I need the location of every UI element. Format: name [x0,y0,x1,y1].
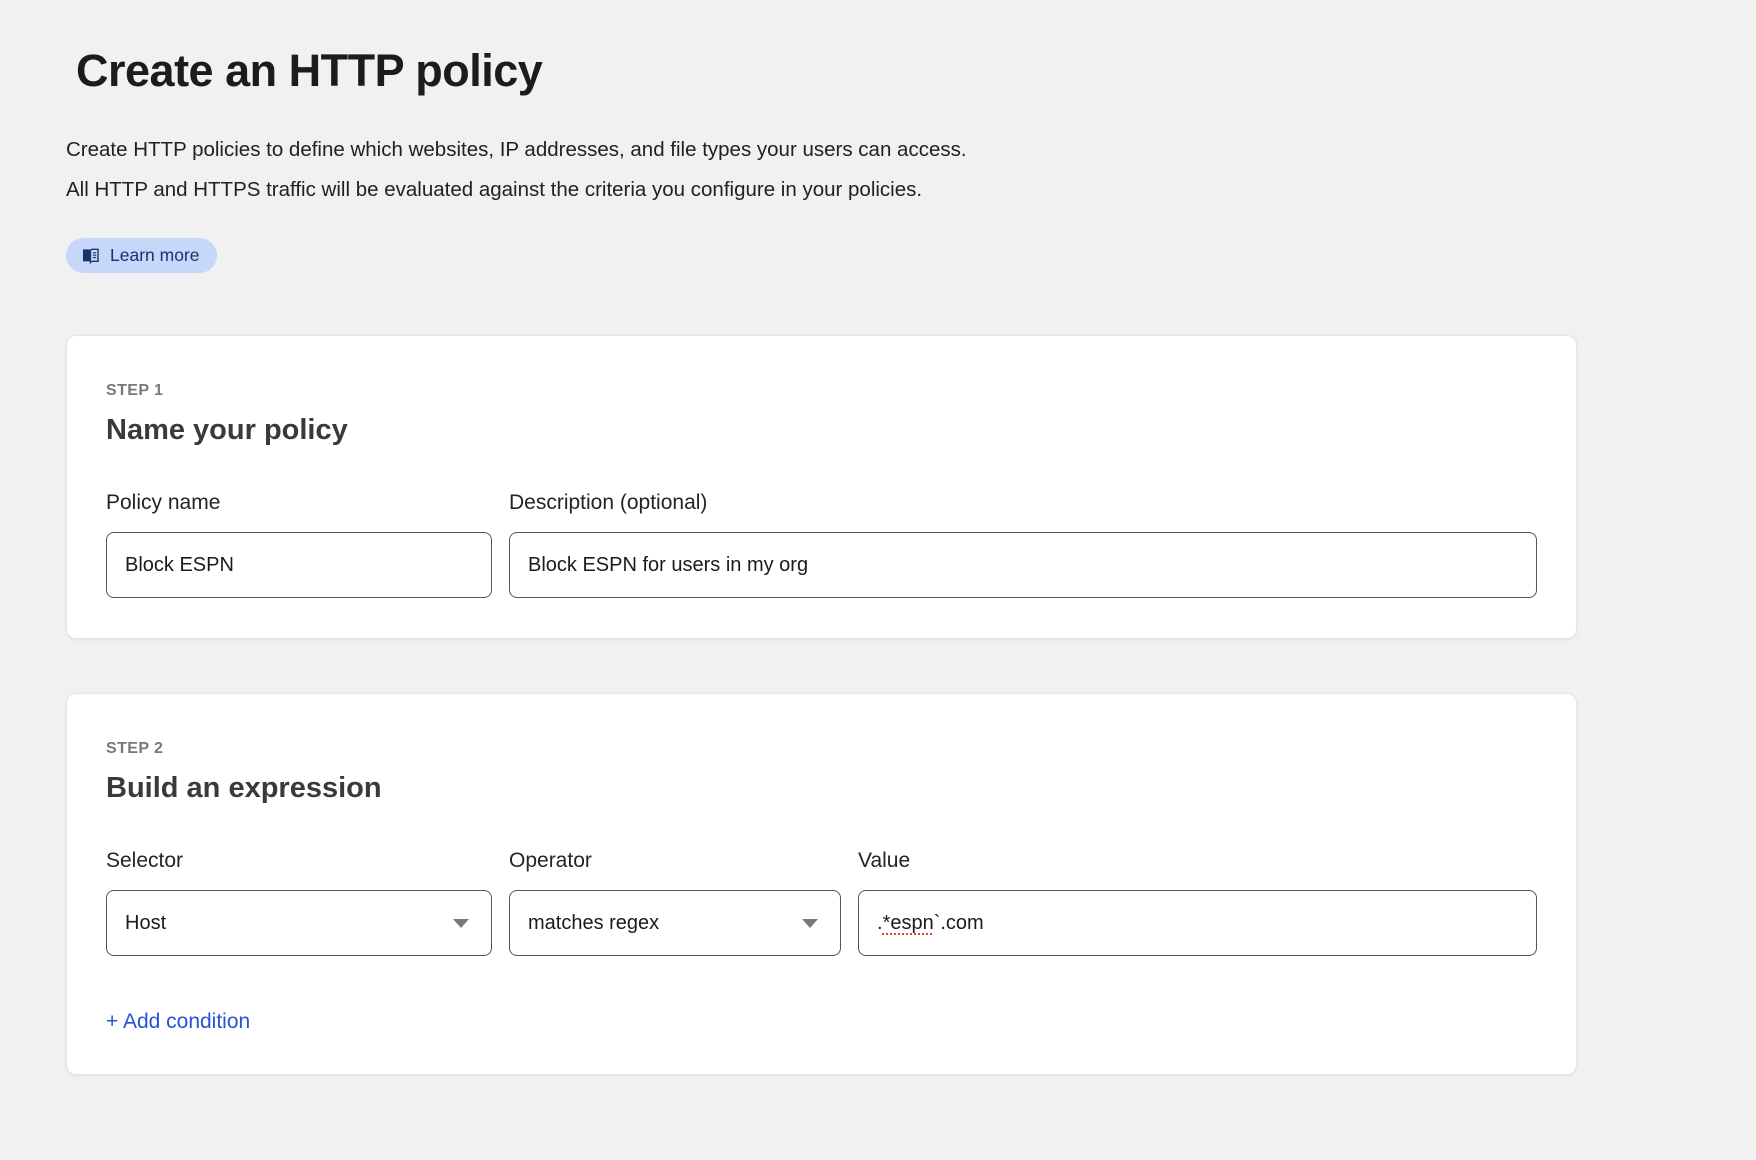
description-label: Description (optional) [509,491,1537,515]
selector-field: Selector Host [106,849,492,956]
policy-name-label: Policy name [106,491,492,515]
learn-more-button[interactable]: Learn more [66,238,217,273]
caret-down-icon [802,919,818,928]
step2-label: STEP 2 [106,740,1537,758]
page-content: Create an HTTP policy Create HTTP polici… [0,0,1756,1075]
step2-card: STEP 2 Build an expression Selector Host… [66,693,1577,1075]
intro-line-1: Create HTTP policies to define which web… [66,130,1690,170]
policy-name-field: Policy name [106,491,492,598]
page-title: Create an HTTP policy [76,0,1690,98]
learn-more-label: Learn more [110,245,200,266]
description-field: Description (optional) [509,491,1537,598]
operator-label: Operator [509,849,841,873]
intro-text: Create HTTP policies to define which web… [66,130,1690,210]
value-text-suffix: `.com [934,912,984,935]
value-text-misspelled: *espn [883,912,934,935]
step1-heading: Name your policy [106,414,1537,447]
intro-line-2: All HTTP and HTTPS traffic will be evalu… [66,170,1690,210]
add-condition-link[interactable]: + Add condition [106,1010,250,1034]
operator-field: Operator matches regex [509,849,841,956]
step1-label: STEP 1 [106,382,1537,400]
step1-card: STEP 1 Name your policy Policy name Desc… [66,335,1577,639]
step2-heading: Build an expression [106,772,1537,805]
operator-value: matches regex [528,912,659,935]
value-input[interactable]: .*espn`.com [858,890,1537,956]
value-label: Value [858,849,1537,873]
operator-dropdown[interactable]: matches regex [509,890,841,956]
value-field: Value .*espn`.com [858,849,1537,956]
description-input[interactable] [509,532,1537,598]
selector-value: Host [125,912,166,935]
caret-down-icon [453,919,469,928]
policy-name-input[interactable] [106,532,492,598]
book-icon [81,246,100,265]
step1-form-row: Policy name Description (optional) [106,491,1537,598]
selector-label: Selector [106,849,492,873]
selector-dropdown[interactable]: Host [106,890,492,956]
step2-form-row: Selector Host Operator matches regex Val… [106,849,1537,956]
